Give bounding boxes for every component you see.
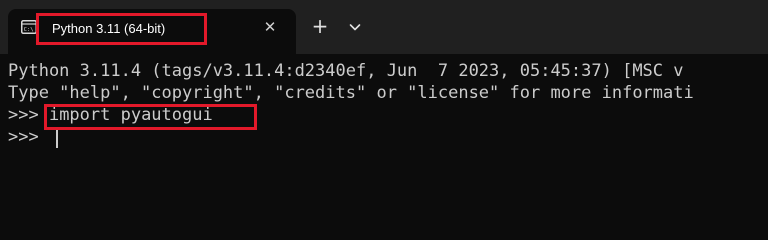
text-cursor	[56, 129, 58, 148]
tab-dropdown-button[interactable]	[342, 15, 368, 39]
prompt-line-2: >>>	[8, 126, 39, 148]
svg-text:C:\: C:\	[24, 27, 34, 33]
chevron-down-icon	[342, 24, 368, 43]
help-line: Type "help", "copyright", "credits" or "…	[8, 83, 694, 103]
new-tab-button[interactable]: +	[306, 15, 334, 39]
close-tab-button[interactable]: ✕	[261, 18, 279, 36]
terminal-icon: C:\	[21, 19, 37, 34]
version-line: Python 3.11.4 (tags/v3.11.4:d2340ef, Jun…	[8, 61, 684, 81]
highlight-box-command	[44, 104, 257, 130]
prompt: >>>	[8, 105, 39, 125]
highlight-box-tab	[36, 13, 207, 45]
prompt: >>>	[8, 127, 39, 147]
